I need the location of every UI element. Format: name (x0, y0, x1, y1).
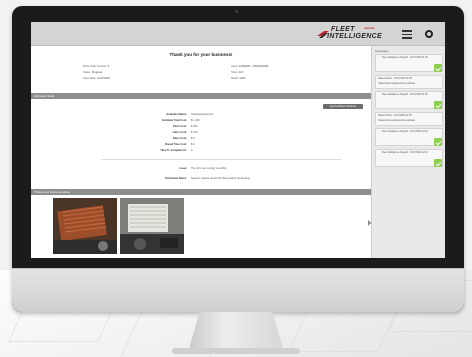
message-sender: Fleet Intelligence Support - 11/17/2023 … (382, 131, 428, 133)
message-text: Tasked driver approved the estimate. (378, 120, 416, 122)
monitor-chin (12, 268, 464, 312)
logo-line-2: INTELLIGENCE (327, 33, 382, 40)
message-text: Tasked driver approved the estimate. (378, 83, 416, 85)
logo-line-1: FLEET (331, 26, 355, 33)
message-sender: Fleet Intelligence Support - 11/17/2023 … (382, 57, 428, 59)
monitor-stand-base (172, 348, 300, 354)
message-sender: Fleet Intelligence Support - 11/17/2023 … (382, 152, 428, 154)
open-date-field: Open Date: 11/17/2023 (83, 77, 110, 80)
app-screen: FLEET INTELLIGENCE vamvid Thank you for … (31, 22, 445, 258)
message-card: Tasked Driver - 11/17/2023 11:48 Tasked … (375, 75, 443, 89)
sent-check-icon (434, 64, 442, 72)
message-sender: Tasked Driver - 11/17/2023 11:55 (378, 115, 412, 117)
user-icon[interactable] (423, 28, 435, 40)
message-card: Fleet Intelligence Support - 11/17/2023 … (375, 91, 443, 109)
fleet-intelligence-logo[interactable]: FLEET INTELLIGENCE vamvid (317, 25, 389, 43)
shop-field: Shop: ALS (231, 71, 244, 74)
messages-title: Messages (375, 49, 389, 53)
messages-panel: Messages Fleet Intelligence Support - 11… (371, 46, 445, 258)
estimate-detail-header: Estimate Detail (31, 93, 371, 99)
message-card: Fleet Intelligence Support - 11/17/2023 … (375, 149, 443, 167)
photos-documentation-header: Photos and Documentation (31, 189, 371, 195)
monitor-stand (188, 312, 284, 352)
divider (101, 159, 341, 160)
message-card: Fleet Intelligence Support - 11/17/2023 … (375, 54, 443, 72)
status-field: Status: Progress (83, 71, 103, 74)
message-card: Fleet Intelligence Support - 11/17/2023 … (375, 128, 443, 146)
work-order-number-field: Work Order Number: 0 (83, 65, 110, 68)
approve-reject-estimate-button[interactable]: Approve/Reject Estimate (323, 104, 363, 109)
message-card: Tasked Driver - 11/17/2023 11:55 Tasked … (375, 112, 443, 126)
logo-tag: vamvid (364, 26, 375, 30)
dirty-air-filter-photo[interactable] (53, 198, 117, 254)
message-sender: Fleet Intelligence Support - 11/17/2023 … (382, 94, 428, 96)
top-bar: FLEET INTELLIGENCE vamvid (31, 22, 445, 46)
message-sender: Tasked Driver - 11/17/2023 11:48 (378, 78, 412, 80)
webcam (235, 10, 238, 13)
page-title: Thank you for your business! (169, 52, 233, 57)
sent-check-icon (434, 159, 442, 167)
engine-air-filter-housing-photo[interactable] (120, 198, 184, 254)
asset-field: Asset: 12093451 - 1000001A/84 (231, 65, 269, 68)
work-order-main: Thank you for your business! Work Order … (31, 46, 371, 258)
sent-check-icon (434, 101, 442, 109)
model-field: Model: GMC (231, 77, 246, 80)
sent-check-icon (434, 138, 442, 146)
hamburger-menu-icon[interactable] (401, 28, 413, 40)
